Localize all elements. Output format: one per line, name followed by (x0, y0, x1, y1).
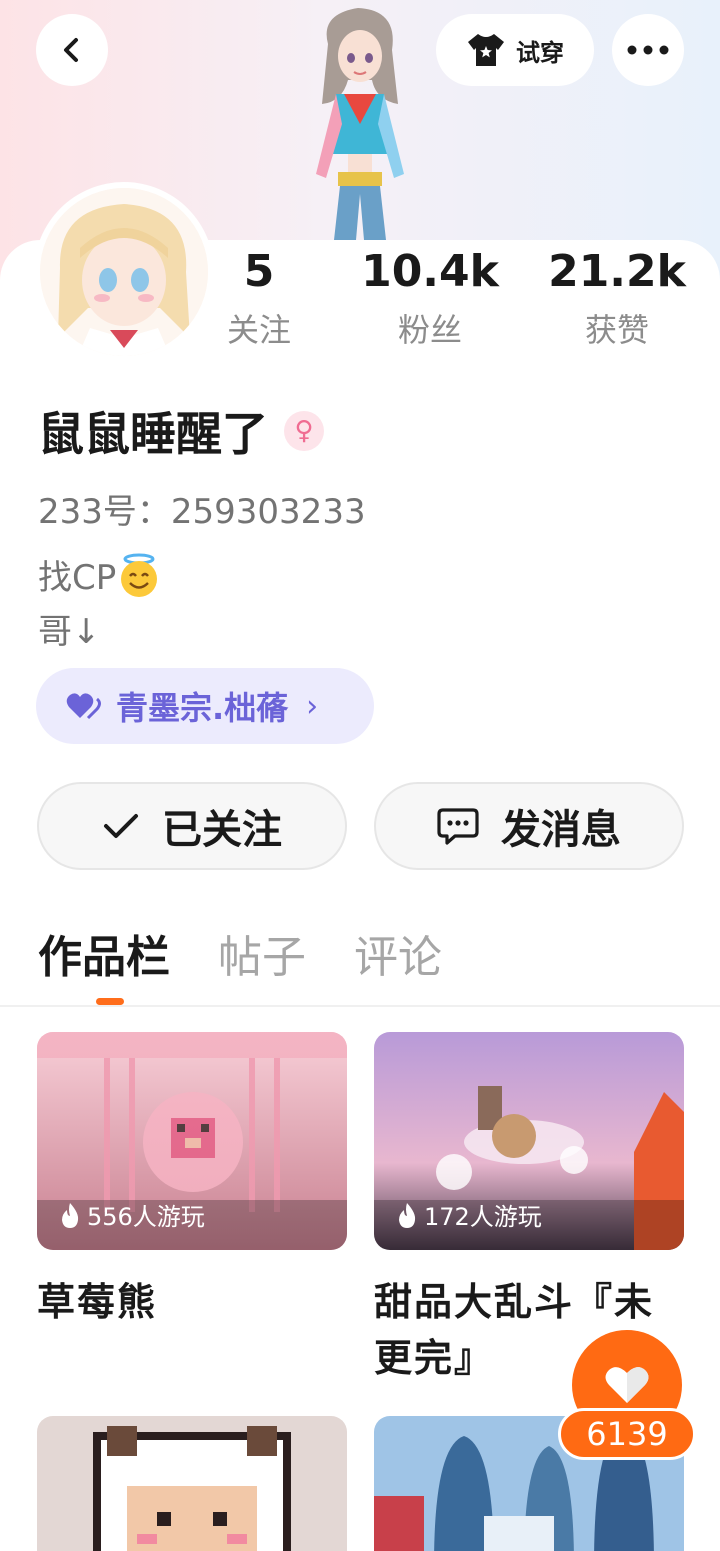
following-count: 5 (243, 246, 275, 297)
work-thumbnail: 172人游玩 (374, 1032, 684, 1250)
bio-line-1: 找CP (38, 550, 162, 599)
username: 鼠鼠睡醒了 (38, 407, 268, 461)
followers-count: 10.4k (361, 246, 499, 297)
stat-followers[interactable]: 10.4k 粉丝 (345, 244, 515, 352)
bio-line-1-text: 找CP (38, 558, 117, 598)
work-card-pixel-face[interactable] (37, 1416, 347, 1551)
flame-icon (399, 1202, 416, 1228)
chat-bubble-icon (437, 808, 479, 845)
tab-posts[interactable]: 帖子 (218, 926, 306, 990)
stats-row: 5 关注 10.4k 粉丝 21.2k 获赞 (190, 244, 710, 364)
work-title: 草莓熊 (37, 1280, 158, 1324)
pixel-face-scene-image (37, 1416, 347, 1551)
back-arrow-icon (64, 38, 78, 62)
play-count-text: 556人游玩 (87, 1203, 205, 1231)
play-count-text: 172人游玩 (424, 1203, 542, 1231)
tabs-divider (0, 1005, 720, 1007)
more-dots-icon (627, 45, 669, 55)
send-message-label: 发消息 (501, 807, 621, 853)
more-options-button[interactable] (612, 14, 684, 86)
stat-likes[interactable]: 21.2k 获赞 (532, 244, 702, 352)
checkmark-icon (104, 814, 138, 838)
followers-label: 粉丝 (397, 311, 462, 349)
heart-icon (605, 1367, 649, 1403)
stat-following[interactable]: 5 关注 (174, 244, 344, 352)
tab-comments[interactable]: 评论 (354, 926, 442, 990)
likes-received-count: 21.2k (548, 246, 686, 297)
play-count: 556人游玩 (59, 1197, 205, 1232)
sect-name: 青墨宗.柮蓨 (116, 689, 289, 727)
work-thumbnail (37, 1416, 347, 1551)
work-thumbnail: 556人游玩 (37, 1032, 347, 1250)
shirt-icon (468, 34, 504, 66)
tab-works[interactable]: 作品栏 (38, 926, 170, 990)
halo-smile-emoji-icon (121, 553, 158, 597)
followed-label: 已关注 (162, 807, 282, 853)
likes-received-label: 获赞 (584, 311, 649, 349)
back-button[interactable] (36, 14, 108, 86)
play-count: 172人游玩 (396, 1197, 542, 1232)
active-tab-indicator (96, 998, 124, 1005)
user-id[interactable]: 233号：259303233 (38, 484, 366, 533)
send-message-button[interactable]: 发消息 (374, 782, 684, 870)
like-count-badge: 6139 (558, 1408, 696, 1460)
try-on-button[interactable]: 试穿 (436, 14, 594, 86)
bio-line-2: 哥↓ (38, 612, 101, 652)
work-card-strawberry-bear[interactable]: 556人游玩 草莓熊 (37, 1032, 347, 1330)
following-label: 关注 (226, 311, 291, 349)
dressup-avatar-figure[interactable] (280, 4, 440, 244)
female-gender-icon: ♀ (284, 411, 324, 451)
username-row: 鼠鼠睡醒了 ♀ (38, 398, 324, 464)
try-on-label: 试穿 (516, 38, 564, 67)
double-heart-icon (66, 693, 101, 720)
followed-button[interactable]: 已关注 (37, 782, 347, 870)
profile-tabs: 作品栏 帖子 评论 (38, 926, 442, 990)
sect-badge[interactable]: 青墨宗.柮蓨 › (36, 668, 374, 744)
chevron-right-icon: › (306, 688, 319, 724)
flame-icon (62, 1202, 79, 1228)
